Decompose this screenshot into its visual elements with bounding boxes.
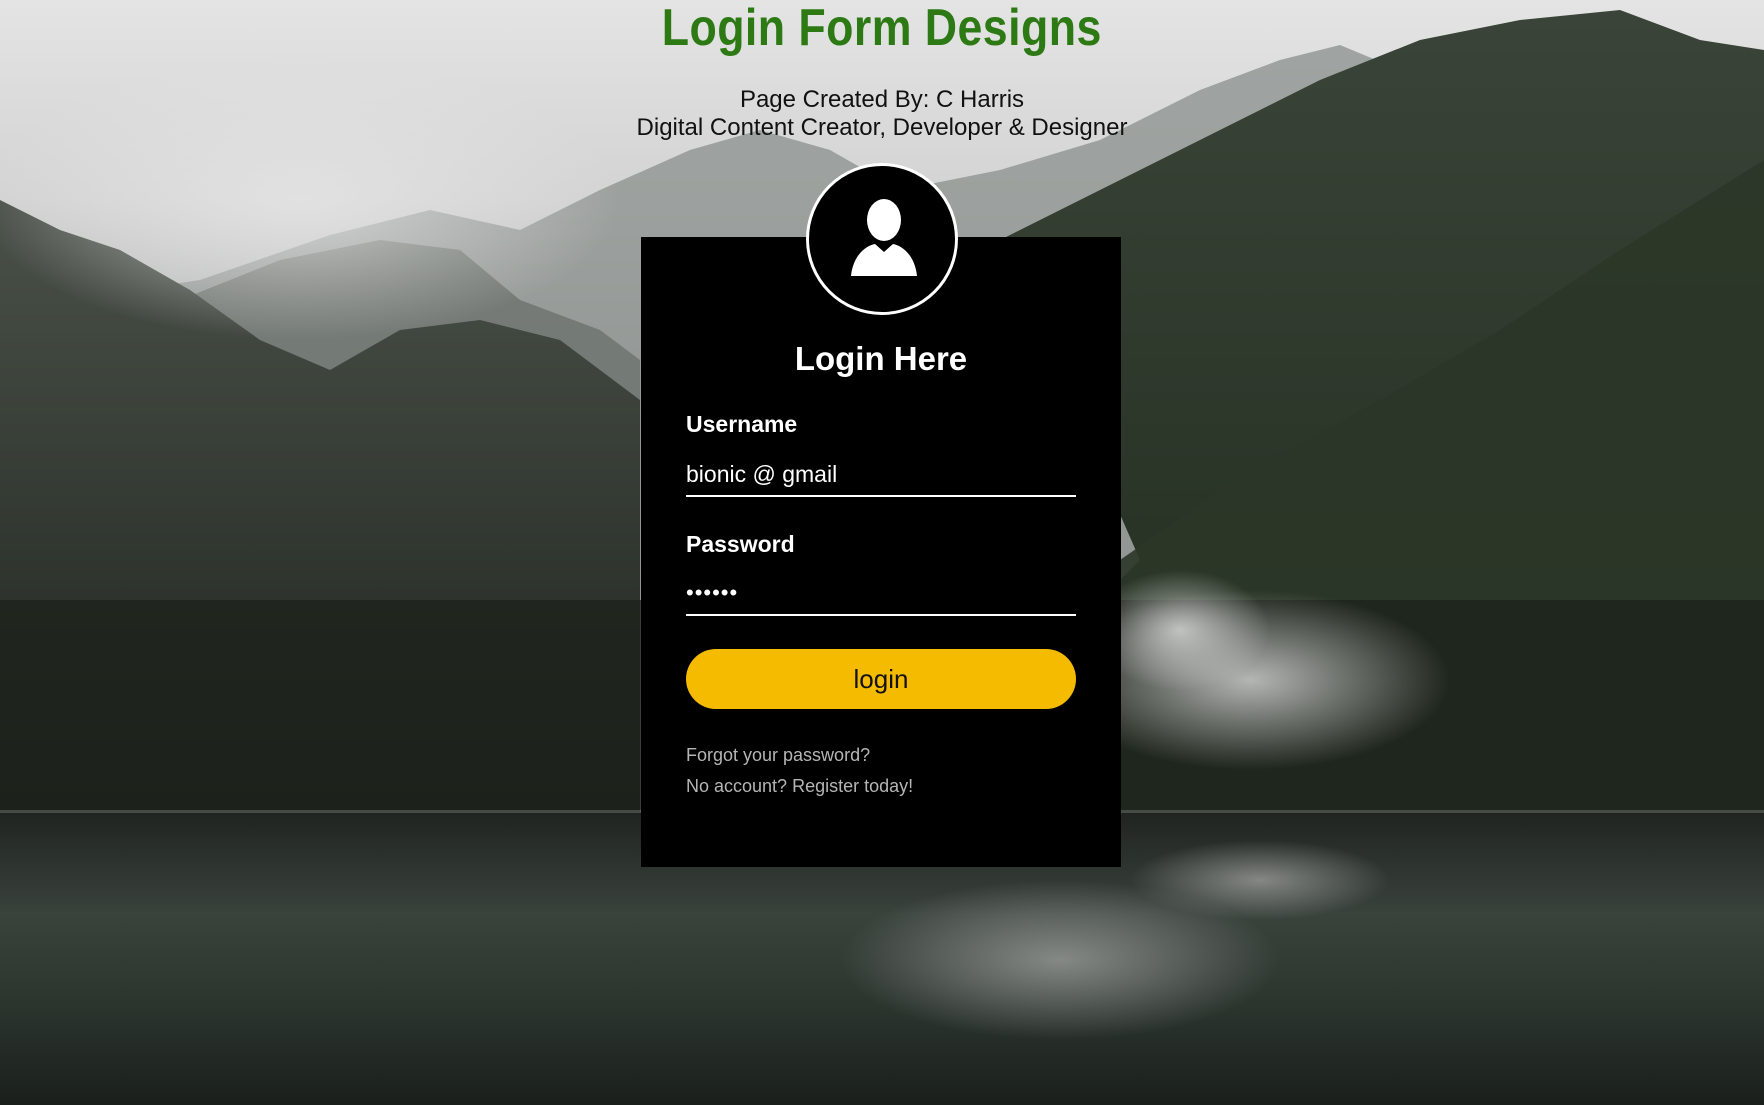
avatar: [806, 163, 958, 315]
page-title: Login Form Designs: [661, 0, 1102, 57]
credit-role: Digital Content Creator, Developer & Des…: [636, 114, 1128, 141]
username-input[interactable]: [686, 453, 1076, 497]
register-link[interactable]: No account? Register today!: [686, 775, 913, 797]
credit-author: Page Created By: C Harris: [739, 86, 1025, 113]
login-form-box: Login Here Username Password login Forgo…: [641, 237, 1121, 867]
user-silhouette-icon: [851, 199, 917, 276]
login-title: Login Here: [794, 340, 968, 377]
username-label: Username: [686, 411, 798, 437]
password-label: Password: [686, 531, 795, 557]
forgot-password-link[interactable]: Forgot your password?: [686, 744, 870, 766]
login-button[interactable]: login: [686, 649, 1076, 709]
login-page: Login Form Designs Page Created By: C Ha…: [0, 0, 1764, 1105]
password-input[interactable]: [686, 572, 1076, 616]
